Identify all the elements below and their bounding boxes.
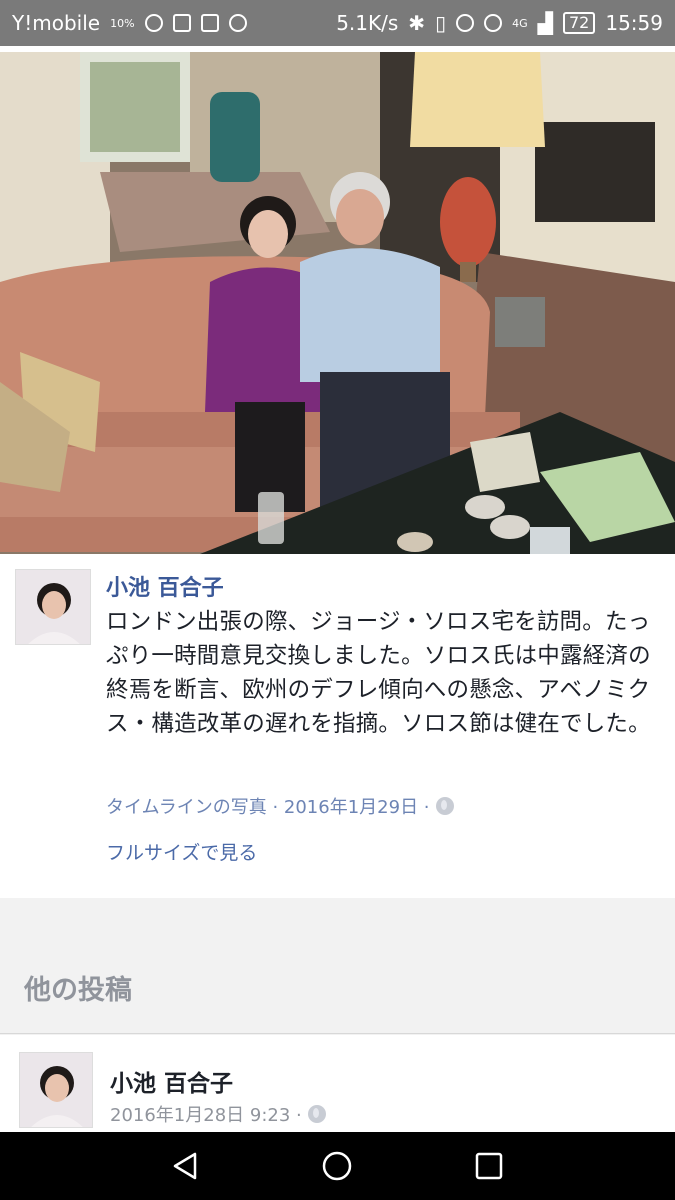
post-date-text[interactable]: 2016年1月28日 9:23 · xyxy=(110,1101,302,1127)
bluetooth-icon: ✱ xyxy=(408,11,426,35)
vibrate-icon: ▯ xyxy=(435,11,447,35)
author-avatar[interactable] xyxy=(15,569,91,645)
post-author[interactable]: 小池 百合子 xyxy=(110,1064,233,1098)
chat-icon xyxy=(144,14,163,32)
globe-icon xyxy=(307,1105,326,1123)
globe-icon xyxy=(435,797,454,815)
post-meta: タイムラインの写真 · 2016年1月29日 · xyxy=(106,793,454,819)
section-title: 他の投稿 xyxy=(24,975,132,1006)
navigation-bar xyxy=(0,1132,675,1200)
post-author[interactable]: 小池 百合子 xyxy=(106,570,224,602)
back-icon xyxy=(173,1152,197,1180)
post-date: 2016年1月28日 9:23 · xyxy=(110,1101,326,1127)
battery-indicator: 72 xyxy=(563,12,596,34)
back-button[interactable] xyxy=(156,1136,216,1196)
mail-icon xyxy=(200,14,219,32)
recents-button[interactable] xyxy=(459,1136,519,1196)
clock: 15:59 xyxy=(605,11,663,35)
network-speed: 5.1K/s xyxy=(336,11,399,35)
other-posts-section xyxy=(0,898,675,1034)
full-size-link[interactable]: フルサイズで見る xyxy=(106,838,257,865)
recents-icon xyxy=(475,1152,503,1180)
home-icon xyxy=(323,1151,352,1181)
signal-icon: ▟ xyxy=(537,11,553,35)
youtube-icon xyxy=(172,14,191,32)
eye-icon xyxy=(484,14,503,32)
battery-saver-label: 10% xyxy=(110,16,135,30)
status-bar: Y!mobile 10% 5.1K/s ✱ ▯ 4G ▟ 72 15:59 xyxy=(0,0,675,46)
alarm-icon xyxy=(456,14,475,32)
post-text: ロンドン出張の際、ジョージ・ソロス宅を訪問。たっぷり一時間意見交換しました。ソロ… xyxy=(106,609,651,737)
network-type: 4G xyxy=(512,16,528,30)
home-button[interactable] xyxy=(307,1136,367,1196)
carrier-label: Y!mobile xyxy=(12,11,101,35)
post-meta-text[interactable]: タイムラインの写真 · 2016年1月29日 · xyxy=(106,793,430,819)
list-item[interactable] xyxy=(0,1035,675,1132)
app-icon xyxy=(228,14,247,32)
author-avatar[interactable] xyxy=(19,1052,93,1128)
post-photo[interactable] xyxy=(0,52,675,554)
